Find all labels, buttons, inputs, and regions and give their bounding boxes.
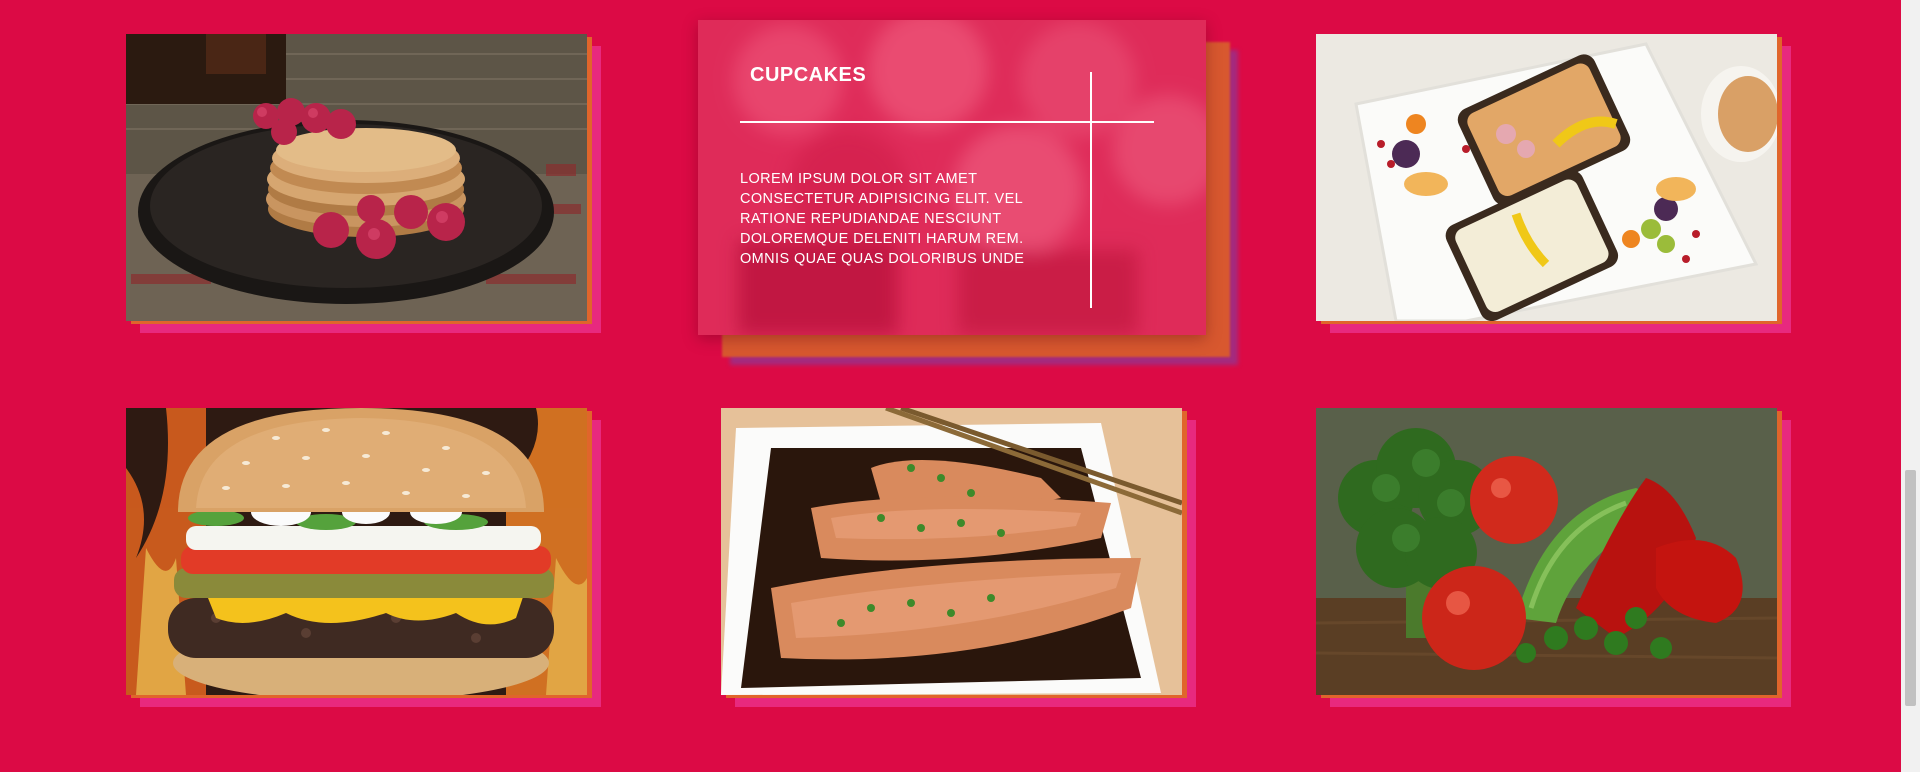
open-sandwiches-image [1316,34,1777,321]
salmon-image [721,408,1182,695]
vertical-divider [1090,72,1092,308]
cheeseburger-image [126,408,587,695]
gallery-card-pancakes[interactable] [126,34,601,333]
gallery-card-cheeseburger[interactable] [126,408,601,707]
gallery-card-vegetables[interactable] [1316,408,1791,707]
gallery-card-open-sandwiches[interactable] [1316,34,1791,333]
pancakes-image [126,34,587,321]
gallery-card-cupcakes[interactable]: CUPCAKES LOREM IPSUM DOLOR SIT AMET CONS… [698,20,1238,365]
card-description: LOREM IPSUM DOLOR SIT AMET CONSECTETUR A… [740,171,1025,267]
cupcakes-card-face: CUPCAKES LOREM IPSUM DOLOR SIT AMET CONS… [698,20,1206,335]
gallery-card-salmon[interactable] [721,408,1196,707]
vegetables-image [1316,408,1777,695]
scrollbar-thumb[interactable] [1905,470,1916,706]
card-title: CUPCAKES [750,64,867,86]
